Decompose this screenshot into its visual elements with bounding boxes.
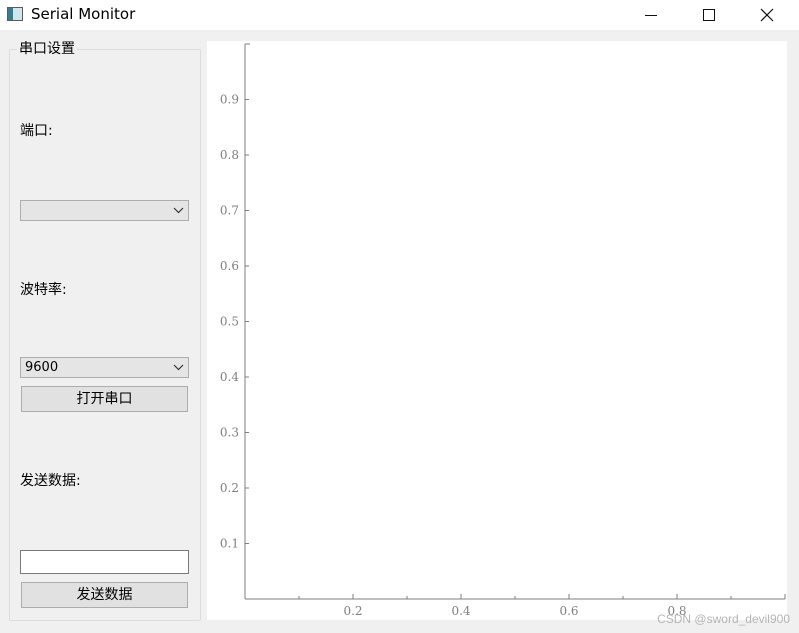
y-tick-label: 0.6 xyxy=(220,259,239,273)
y-tick-label: 0.4 xyxy=(220,370,239,384)
window-title: Serial Monitor xyxy=(31,5,136,23)
serial-settings-title: 串口设置 xyxy=(17,40,77,58)
maximize-button[interactable] xyxy=(680,0,738,30)
send-data-label: 发送数据: xyxy=(20,473,81,489)
x-tick-label: 0.6 xyxy=(559,604,578,618)
y-tick-label: 0.1 xyxy=(220,537,239,551)
y-tick-label: 0.9 xyxy=(220,93,239,107)
chevron-down-icon xyxy=(173,364,184,371)
plot-canvas: 0.2 0.4 0.6 0.80.10.20.30.40.50.60.70.80.9 xyxy=(220,43,786,618)
port-select[interactable] xyxy=(20,200,189,221)
y-tick-label: 0.7 xyxy=(220,204,239,218)
title-bar[interactable]: Serial Monitor xyxy=(0,0,799,30)
close-button[interactable] xyxy=(738,0,796,30)
plot-area[interactable]: 0.2 0.4 0.6 0.8 0.1 0.2 0.3 0.4 0.5 0.6 0.7 0.8 0.9 xyxy=(207,41,787,620)
maximize-icon xyxy=(703,9,715,21)
y-tick-label: 0.2 xyxy=(220,481,239,495)
baud-rate-label: 波特率: xyxy=(20,282,67,298)
y-tick-label: 0.8 xyxy=(220,148,239,162)
open-port-button[interactable]: 打开串口 xyxy=(21,386,188,412)
baud-rate-select[interactable]: 9600 xyxy=(20,357,189,378)
minimize-icon xyxy=(645,15,657,16)
close-icon xyxy=(760,8,774,22)
y-tick-label: 0.3 xyxy=(220,426,239,440)
y-tick-label: 0.5 xyxy=(220,315,239,329)
serial-monitor-window: Serial Monitor 串口设置 端口: 波特率: 9600 打开串口 发… xyxy=(0,0,799,633)
app-window-icon xyxy=(7,7,23,21)
baud-rate-value: 9600 xyxy=(25,360,59,375)
x-tick-label: 0.4 xyxy=(451,604,470,618)
chevron-down-icon xyxy=(173,207,184,214)
minimize-button[interactable] xyxy=(622,0,680,30)
send-data-input[interactable] xyxy=(20,550,189,574)
send-data-button[interactable]: 发送数据 xyxy=(21,582,188,608)
watermark: CSDN @sword_devil900 xyxy=(657,612,790,626)
x-tick-label: 0.2 xyxy=(343,604,362,618)
port-label: 端口: xyxy=(20,123,53,139)
